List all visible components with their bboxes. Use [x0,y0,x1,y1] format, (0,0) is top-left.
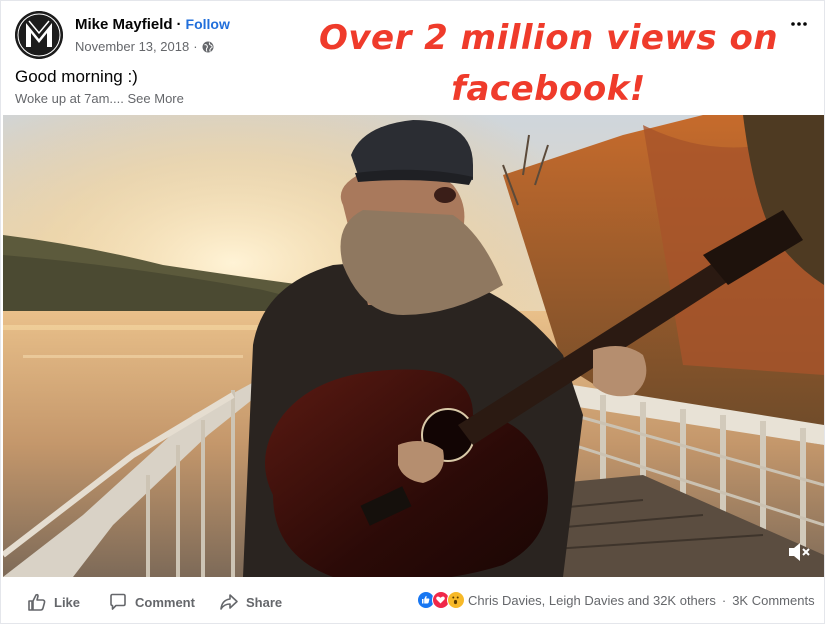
reactions-summary: Chris Davies, Leigh Davies and 32K other… [417,591,815,609]
share-label: Share [246,594,283,610]
ellipsis-icon [791,22,807,26]
post-date[interactable]: November 13, 2018 [75,39,189,54]
reactions-separator: · [721,592,727,608]
promo-overlay-text: Over 2 million views on facebook! [318,18,779,109]
mayfield-logo-icon [15,11,63,59]
video-frame-image [3,115,824,577]
comment-button[interactable]: Comment [108,587,195,617]
comment-bubble-icon [110,593,126,610]
more-options-button[interactable] [788,13,810,35]
share-button[interactable]: Share [219,587,282,617]
post-body-preview: Woke up at 7am.... [15,91,124,106]
globe-icon[interactable] [202,41,214,53]
post-meta: November 13, 2018 · [75,39,214,54]
reactors-link[interactable]: Chris Davies, Leigh Davies and 32K other… [468,593,716,608]
author-separator: · [176,16,182,33]
date-separator: · [193,39,198,54]
wow-reaction-icon [447,591,465,609]
post-action-bar: Like Comment Share Chris Davies, Leigh D… [1,579,825,623]
author-avatar[interactable] [15,11,63,59]
post-body: Woke up at 7am.... See More [15,91,184,106]
speaker-muted-icon [789,543,810,561]
author-line: Mike Mayfield · Follow [75,16,230,33]
post-header: Mike Mayfield · Follow November 13, 2018 ·… [1,1,825,116]
facebook-post: Mike Mayfield · Follow November 13, 2018 ·… [0,0,825,624]
follow-button[interactable]: Follow [186,16,230,32]
reaction-icons[interactable] [417,591,465,609]
share-arrow-icon [220,594,238,610]
post-title: Good morning :) [15,67,138,86]
comments-count-link[interactable]: 3K Comments [732,593,814,608]
thumbs-up-icon [28,593,46,611]
video-player[interactable] [3,115,824,577]
author-name[interactable]: Mike Mayfield [75,16,173,33]
like-label: Like [54,594,81,610]
mute-toggle-button[interactable] [786,539,812,565]
see-more-link[interactable]: See More [128,91,184,106]
like-button[interactable]: Like [27,587,80,617]
comment-label: Comment [135,594,195,610]
